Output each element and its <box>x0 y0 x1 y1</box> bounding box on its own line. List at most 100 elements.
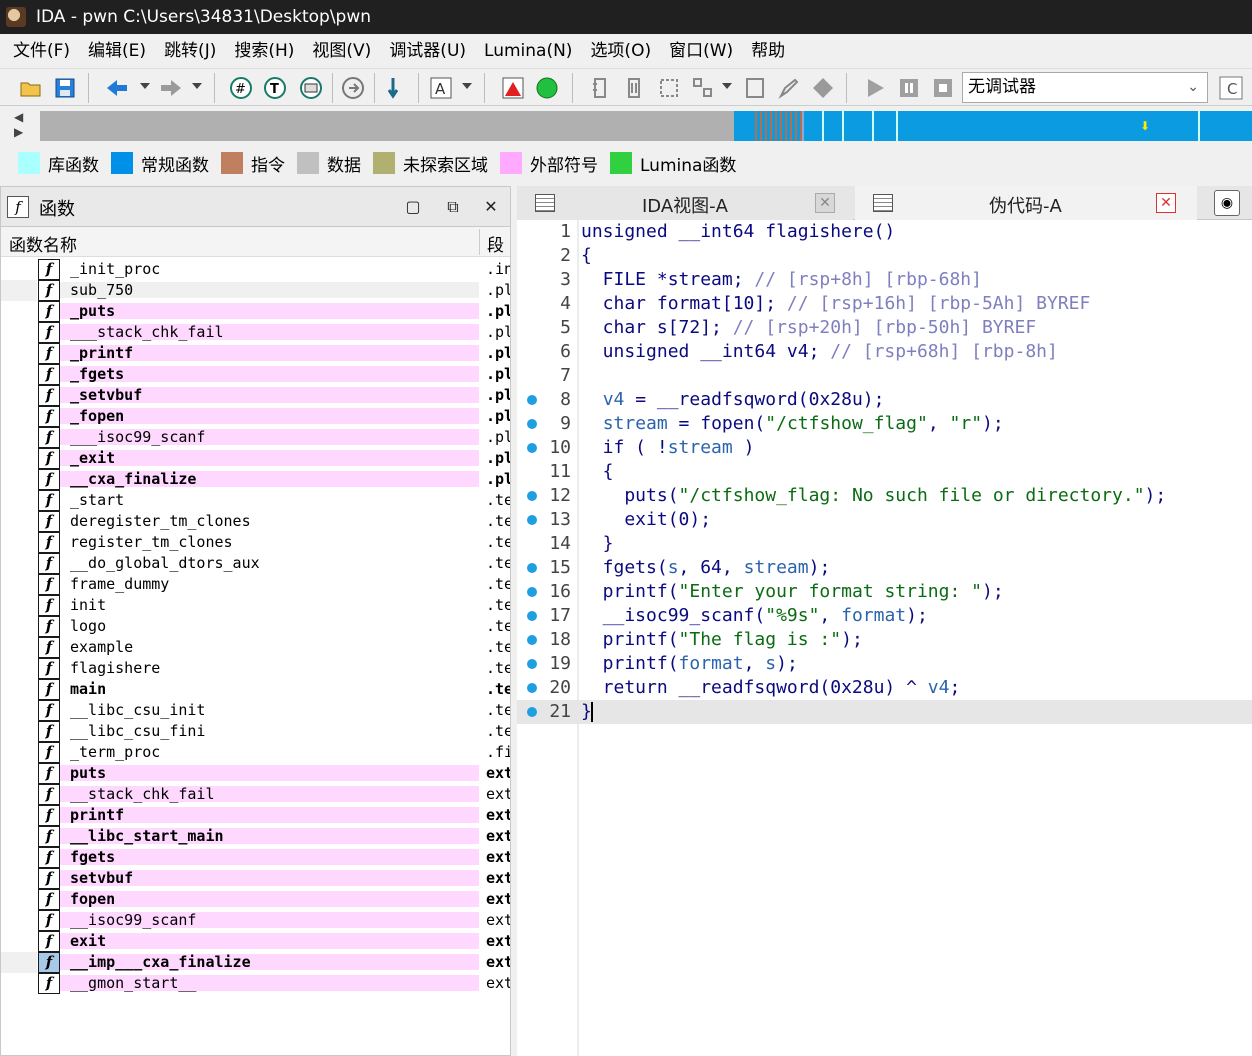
function-row[interactable]: f __cxa_finalize .pl <box>1 469 510 490</box>
navigate-icon[interactable] <box>340 75 366 101</box>
function-row[interactable]: f printf ext <box>1 805 510 826</box>
close-icon[interactable]: ✕ <box>1156 193 1176 213</box>
menu-jump[interactable]: 跳转(J) <box>155 36 225 66</box>
array-dropdown-chevron-icon[interactable] <box>722 83 732 89</box>
function-row[interactable]: f fgets ext <box>1 847 510 868</box>
data-icon[interactable] <box>622 75 648 101</box>
function-row[interactable]: f __gmon_start__ ext <box>1 973 510 994</box>
function-row[interactable]: f _printf .pl <box>1 343 510 364</box>
nav-left-arrow-icon[interactable]: ◀ <box>14 110 36 125</box>
array-icon[interactable] <box>690 75 716 101</box>
code-line[interactable]: 20 return __readfsqword(0x28u) ^ v4; <box>517 676 1252 700</box>
code-line[interactable]: 18 printf("The flag is :"); <box>517 628 1252 652</box>
undefine-icon[interactable] <box>742 75 768 101</box>
menu-search[interactable]: 搜索(H) <box>225 36 303 66</box>
code-line[interactable]: 1 unsigned __int64 flagishere() <box>517 220 1252 244</box>
nav-band-arrows[interactable]: ◀ ▶ <box>14 110 36 142</box>
back-arrow-icon[interactable] <box>104 75 130 101</box>
string-dropdown-chevron-icon[interactable] <box>462 83 472 89</box>
code-icon[interactable] <box>588 75 614 101</box>
function-row[interactable]: f ___stack_chk_fail .pl <box>1 322 510 343</box>
function-row[interactable]: f _fopen .pl <box>1 406 510 427</box>
code-line[interactable]: 14 } <box>517 532 1252 556</box>
function-row[interactable]: f _fgets .pl <box>1 364 510 385</box>
code-line[interactable]: 9 stream = fopen("/ctfshow_flag", "r"); <box>517 412 1252 436</box>
column-segment[interactable]: 段 <box>487 231 504 256</box>
function-row[interactable]: f deregister_tm_clones .te <box>1 511 510 532</box>
function-row[interactable]: f __libc_csu_fini .te <box>1 721 510 742</box>
code-line[interactable]: 13 exit(0); <box>517 508 1252 532</box>
function-row[interactable]: f __do_global_dtors_aux .te <box>1 553 510 574</box>
code-line[interactable]: 3 FILE *stream; // [rsp+8h] [rbp-68h] <box>517 268 1252 292</box>
pause-icon[interactable] <box>896 75 922 101</box>
forward-arrow-icon[interactable] <box>158 75 184 101</box>
function-row[interactable]: f sub_750 .pl <box>1 280 510 301</box>
code-line[interactable]: 8 v4 = __readfsqword(0x28u); <box>517 388 1252 412</box>
code-line[interactable]: 4 char format[10]; // [rsp+16h] [rbp-5Ah… <box>517 292 1252 316</box>
debugger-options-icon[interactable]: C <box>1218 75 1244 101</box>
forward-dropdown-chevron-icon[interactable] <box>192 83 202 89</box>
debugger-select[interactable]: 无调试器 ⌄ <box>962 72 1208 103</box>
hex-view-icon[interactable]: # <box>228 75 254 101</box>
graph-mode-icon[interactable] <box>500 75 526 101</box>
navigation-bar[interactable]: ⬇ <box>40 111 1252 141</box>
code-line[interactable]: 17 __isoc99_scanf("%9s", format); <box>517 604 1252 628</box>
close-icon[interactable]: ✕ <box>479 195 503 219</box>
menu-options[interactable]: 选项(O) <box>581 36 660 66</box>
function-row[interactable]: f exit ext <box>1 931 510 952</box>
function-row[interactable]: f flagishere .te <box>1 658 510 679</box>
function-row[interactable]: f __stack_chk_fail ext <box>1 784 510 805</box>
run-play-icon[interactable] <box>862 75 888 101</box>
function-row[interactable]: f setvbuf ext <box>1 868 510 889</box>
code-line[interactable]: 11 { <box>517 460 1252 484</box>
code-line[interactable]: 2{ <box>517 244 1252 268</box>
code-line[interactable]: 21} <box>517 700 1252 724</box>
close-icon[interactable]: ✕ <box>815 193 835 213</box>
code-line[interactable]: 15 fgets(s, 64, stream); <box>517 556 1252 580</box>
function-row[interactable]: f puts ext <box>1 763 510 784</box>
column-divider[interactable] <box>479 229 480 255</box>
function-row[interactable]: f example .te <box>1 637 510 658</box>
code-line[interactable]: 12 puts("/ctfshow_flag: No such file or … <box>517 484 1252 508</box>
function-row[interactable]: f __libc_start_main ext <box>1 826 510 847</box>
function-row[interactable]: f _term_proc .fi <box>1 742 510 763</box>
code-line[interactable]: 16 printf("Enter your format string: "); <box>517 580 1252 604</box>
column-function-name[interactable]: 函数名称 <box>9 231 77 256</box>
function-row[interactable]: f init .te <box>1 595 510 616</box>
hex-view-tab-icon[interactable]: ◉ <box>1214 190 1240 216</box>
menu-view[interactable]: 视图(V) <box>303 36 380 66</box>
back-dropdown-chevron-icon[interactable] <box>140 83 150 89</box>
nav-right-arrow-icon[interactable]: ▶ <box>14 125 36 140</box>
function-row[interactable]: f _init_proc .in <box>1 259 510 280</box>
code-line[interactable]: 5 char s[72]; // [rsp+20h] [rbp-50h] BYR… <box>517 316 1252 340</box>
menu-lumina[interactable]: Lumina(N) <box>475 36 581 66</box>
save-icon[interactable] <box>52 75 78 101</box>
code-line[interactable]: 7 <box>517 364 1252 388</box>
function-row[interactable]: f _start .te <box>1 490 510 511</box>
function-row[interactable]: f __imp___cxa_finalize ext <box>1 952 510 973</box>
open-folder-icon[interactable] <box>18 75 44 101</box>
jump-arrow-icon[interactable] <box>384 75 410 101</box>
pseudocode-view[interactable]: 1 unsigned __int64 flagishere() 2{3 FILE *… <box>517 220 1252 1056</box>
code-line[interactable]: 10 if ( !stream ) <box>517 436 1252 460</box>
function-row[interactable]: f register_tm_clones .te <box>1 532 510 553</box>
menu-edit[interactable]: 编辑(E) <box>79 36 155 66</box>
function-row[interactable]: f _puts .pl <box>1 301 510 322</box>
function-row[interactable]: f _setvbuf .pl <box>1 385 510 406</box>
function-row[interactable]: f logo .te <box>1 616 510 637</box>
function-row[interactable]: f __isoc99_scanf ext <box>1 910 510 931</box>
menu-help[interactable]: 帮助 <box>742 36 794 66</box>
lumina-icon[interactable] <box>534 75 560 101</box>
maximize-icon[interactable]: ▢ <box>401 195 425 219</box>
menu-debugger[interactable]: 调试器(U) <box>380 36 475 66</box>
function-row[interactable]: f _exit .pl <box>1 448 510 469</box>
function-row[interactable]: f frame_dummy .te <box>1 574 510 595</box>
code-line[interactable]: 19 printf(format, s); <box>517 652 1252 676</box>
struct-icon[interactable] <box>656 75 682 101</box>
function-row[interactable]: f __libc_csu_init .te <box>1 700 510 721</box>
breakpoint-diamond-icon[interactable] <box>810 75 836 101</box>
binary-view-icon[interactable] <box>298 75 324 101</box>
function-row[interactable]: f fopen ext <box>1 889 510 910</box>
function-row[interactable]: f main .te <box>1 679 510 700</box>
string-type-icon[interactable]: A <box>428 75 454 101</box>
